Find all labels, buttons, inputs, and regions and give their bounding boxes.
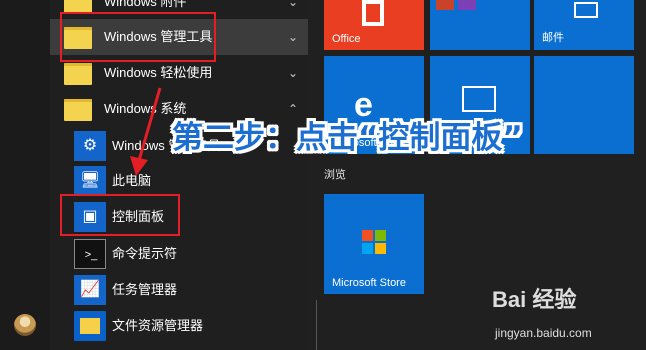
list-item-file-explorer[interactable]: 文件资源管理器 xyxy=(50,308,308,344)
folder-icon xyxy=(62,94,94,124)
computer-icon: 🖥 xyxy=(74,166,106,196)
folder-icon xyxy=(62,58,94,88)
section-title: 浏览 xyxy=(324,169,346,181)
blank-tile[interactable] xyxy=(534,56,634,154)
onenote-icon xyxy=(458,0,476,10)
baidu-jingyan-logo: Bai 经验 xyxy=(492,287,577,312)
store-tile[interactable]: Microsoft Store xyxy=(324,194,424,294)
chevron-down-icon: ⌄ xyxy=(287,66,298,80)
user-avatar[interactable] xyxy=(14,314,36,336)
tile-label: Microsoft Store xyxy=(332,277,406,289)
highlight-box-control-panel xyxy=(60,194,180,236)
highlight-box-admin-tools xyxy=(60,12,216,62)
list-item-label: 命令提示符 xyxy=(112,246,178,261)
office-icon xyxy=(362,0,384,26)
command-prompt-icon: >_ xyxy=(74,239,106,269)
tile-area: Office 邮件 e Microsoft Edge 浏览 Microsoft … xyxy=(308,0,646,350)
start-menu-rail xyxy=(0,0,50,350)
powerpoint-icon xyxy=(436,0,454,10)
store-icon xyxy=(362,230,386,254)
list-item-task-manager[interactable]: 📈 任务管理器 xyxy=(50,272,308,308)
divider xyxy=(316,300,317,350)
admin-tools-icon: ⚙ xyxy=(74,131,106,161)
office-apps-tile[interactable] xyxy=(430,0,530,50)
chevron-down-icon: ⌄ xyxy=(287,0,298,9)
list-item-command-prompt[interactable]: >_ 命令提示符 xyxy=(50,236,308,272)
photos-icon xyxy=(462,86,496,112)
file-explorer-icon xyxy=(74,311,106,341)
task-manager-icon: 📈 xyxy=(74,275,106,305)
tutorial-annotation: 第二步：点击“控制面板” xyxy=(172,120,523,156)
tile-label: Office xyxy=(332,33,361,45)
list-item-label: 任务管理器 xyxy=(112,282,178,297)
tile-label: 邮件 xyxy=(542,32,564,44)
list-item-label: 文件资源管理器 xyxy=(112,318,204,333)
mail-icon xyxy=(574,2,598,18)
office-tile[interactable]: Office xyxy=(324,0,424,50)
mail-tile[interactable]: 邮件 xyxy=(534,0,634,50)
chevron-down-icon: ⌄ xyxy=(287,30,298,44)
arrow-icon xyxy=(130,87,162,176)
watermark-url: jingyan.baidu.com xyxy=(495,326,592,340)
